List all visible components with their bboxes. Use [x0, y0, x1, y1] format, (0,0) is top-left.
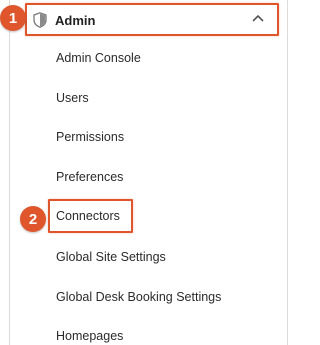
menu-item-global-desk-booking-settings[interactable]: Global Desk Booking Settings [56, 290, 221, 304]
menu-item-permissions[interactable]: Permissions [56, 130, 124, 144]
step-badge-1: 1 [0, 5, 26, 31]
menu-item-preferences[interactable]: Preferences [56, 170, 123, 184]
admin-menu-title: Admin [55, 13, 96, 28]
chevron-up-icon[interactable] [252, 13, 264, 23]
shield-icon [33, 12, 47, 28]
menu-item-users[interactable]: Users [56, 91, 89, 105]
menu-item-connectors[interactable]: Connectors [56, 209, 120, 223]
step-badge-2: 2 [20, 206, 46, 232]
admin-menu-header[interactable]: Admin [25, 4, 278, 36]
menu-item-global-site-settings[interactable]: Global Site Settings [56, 250, 166, 264]
menu-item-homepages[interactable]: Homepages [56, 329, 123, 343]
menu-item-admin-console[interactable]: Admin Console [56, 51, 141, 65]
